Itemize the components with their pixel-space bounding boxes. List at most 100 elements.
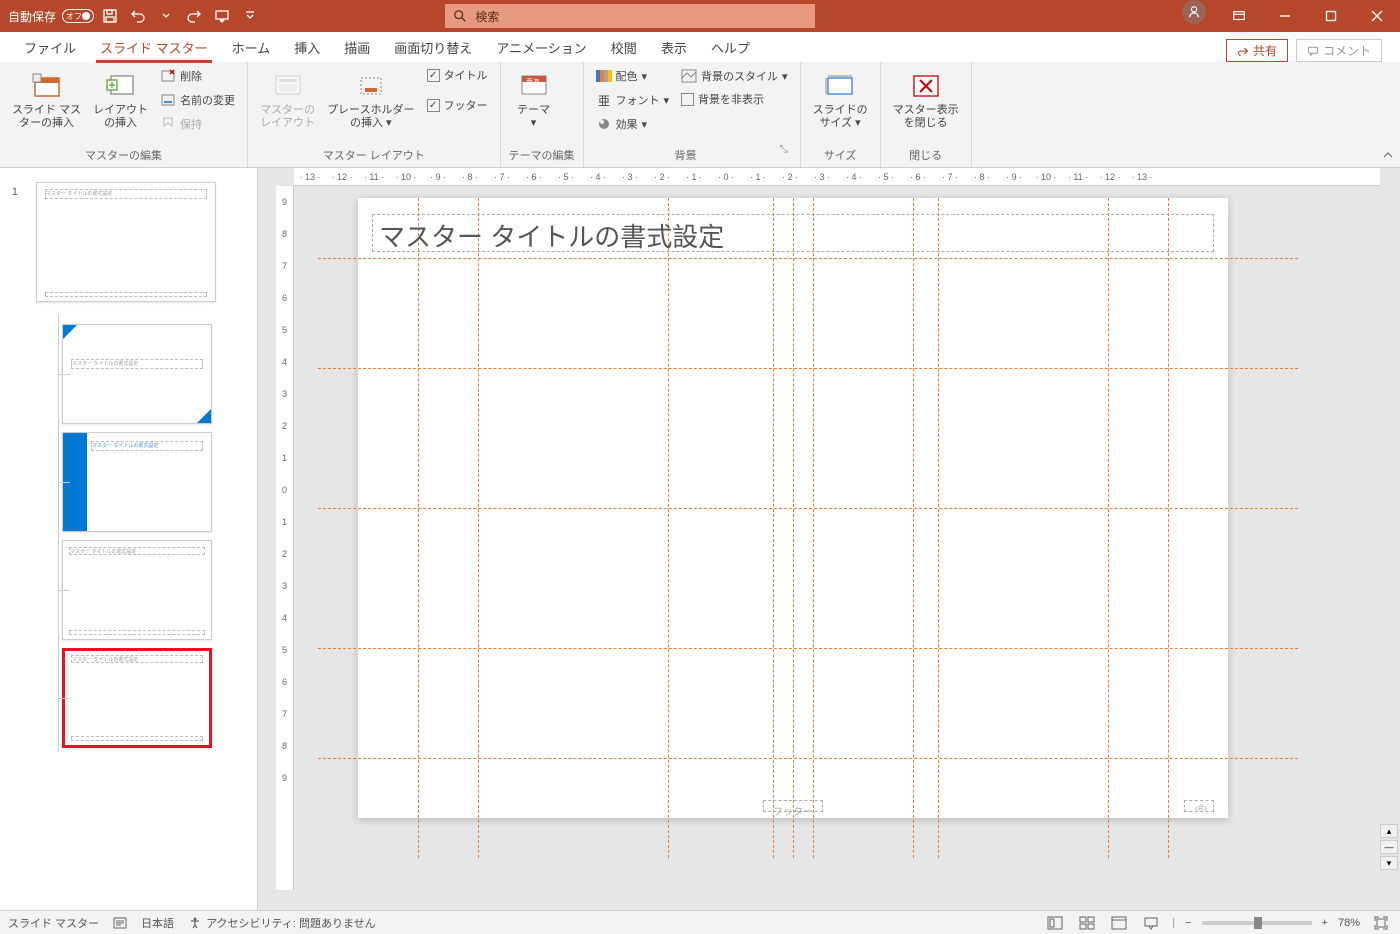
view-sorter-icon[interactable] xyxy=(1076,914,1098,932)
close-master-button[interactable]: マスター表示 を閉じる xyxy=(889,66,963,134)
autosave-toggle[interactable]: 自動保存 オフ xyxy=(8,8,94,25)
layout-row: マスター タイトルの書式設定 xyxy=(0,428,257,536)
rename-button[interactable]: 名前の変更 xyxy=(156,90,239,110)
tab-view[interactable]: 表示 xyxy=(649,33,699,62)
zoom-value[interactable]: 78% xyxy=(1338,917,1360,929)
checkbox-icon xyxy=(427,99,440,112)
zoom-in-button[interactable]: + xyxy=(1322,917,1328,929)
workspace: 1 マスター タイトルの書式設定 マスター タイトルの書式設定 マスター タイト… xyxy=(0,168,1400,910)
fonts-icon: 亜 xyxy=(596,92,612,108)
tab-insert[interactable]: 挿入 xyxy=(282,33,332,62)
close-icon[interactable] xyxy=(1354,0,1400,32)
ribbon: スライド マス ターの挿入 レイアウト の挿入 削除 名前の変更 保持 マスター… xyxy=(0,62,1400,168)
close-master-icon xyxy=(910,70,942,102)
colors-icon xyxy=(596,68,612,84)
themes-button[interactable]: 亜あ テーマ▾ xyxy=(509,66,559,134)
insert-placeholder-button[interactable]: プレースホルダー の挿入 ▾ xyxy=(323,66,418,134)
autosave-label: 自動保存 xyxy=(8,8,56,25)
title-checkbox[interactable]: タイトル xyxy=(423,66,492,84)
layout-thumbnail-4-selected[interactable]: マスター タイトルの書式設定 xyxy=(62,648,212,748)
footer-checkbox[interactable]: フッター xyxy=(423,96,492,114)
group-master-layout: マスターの レイアウト プレースホルダー の挿入 ▾ タイトル フッター マスタ… xyxy=(248,62,500,167)
notes-icon xyxy=(113,917,127,929)
insert-layout-button[interactable]: レイアウト の挿入 xyxy=(89,66,152,134)
zoom-nav: ▴ — ▾ xyxy=(1380,824,1398,870)
minimize-icon[interactable] xyxy=(1262,0,1308,32)
status-notes[interactable] xyxy=(113,917,127,929)
group-edit-theme: 亜あ テーマ▾ テーマの編集 xyxy=(501,62,584,167)
tab-draw[interactable]: 描画 xyxy=(332,33,382,62)
horizontal-ruler[interactable]: · 13 ·· 12 ·· 11 ·· 10 ·· 9 ·· 8 ·· 7 ··… xyxy=(294,168,1380,186)
fit-window-icon[interactable] xyxy=(1370,914,1392,932)
fonts-button[interactable]: 亜フォント ▾ xyxy=(592,90,674,110)
view-normal-icon[interactable] xyxy=(1044,914,1066,932)
slide-number-placeholder[interactable]: ‹#› xyxy=(1184,800,1214,812)
layout-row: マスター タイトルの書式設定 xyxy=(0,536,257,644)
view-slideshow-icon[interactable] xyxy=(1140,914,1162,932)
search-box[interactable]: 検索 xyxy=(445,4,815,28)
colors-button[interactable]: 配色 ▾ xyxy=(592,66,674,86)
ribbon-display-icon[interactable] xyxy=(1216,0,1262,32)
slide-master-thumbnail[interactable]: マスター タイトルの書式設定 xyxy=(36,182,216,302)
zoom-out-button[interactable]: − xyxy=(1185,917,1191,929)
accessibility-icon xyxy=(188,916,202,930)
tab-animations[interactable]: アニメーション xyxy=(484,33,598,62)
layout-thumbnail-3[interactable]: マスター タイトルの書式設定 xyxy=(62,540,212,640)
title-placeholder[interactable]: マスター タイトルの書式設定 xyxy=(372,214,1214,252)
tab-file[interactable]: ファイル xyxy=(12,33,88,62)
svg-text:亜: 亜 xyxy=(598,94,610,107)
tab-transitions[interactable]: 画面切り替え xyxy=(382,33,484,62)
title-bar: 自動保存 オフ 検索 xyxy=(0,0,1400,32)
undo-dropdown-icon[interactable] xyxy=(154,4,178,28)
zoom-slider[interactable] xyxy=(1202,921,1312,925)
tab-review[interactable]: 校閲 xyxy=(599,33,649,62)
insert-slide-master-button[interactable]: スライド マス ターの挿入 xyxy=(8,66,85,134)
layout-thumbnail-1[interactable]: マスター タイトルの書式設定 xyxy=(62,324,212,424)
nav-up-icon[interactable]: ▴ xyxy=(1380,824,1398,838)
nav-line-icon[interactable]: — xyxy=(1380,840,1398,854)
slide-canvas[interactable]: マスター タイトルの書式設定 フッター ‹#› xyxy=(358,198,1228,818)
bg-styles-icon xyxy=(681,68,697,84)
checkbox-icon xyxy=(681,93,694,106)
qat-customize-icon[interactable] xyxy=(238,4,262,28)
hide-bg-checkbox[interactable]: 背景を非表示 xyxy=(677,90,792,108)
svg-text:亜あ: 亜あ xyxy=(526,78,540,86)
group-label: サイズ xyxy=(809,144,872,167)
comments-button[interactable]: コメント xyxy=(1296,39,1382,62)
master-layout-button: マスターの レイアウト xyxy=(256,66,319,134)
nav-down-icon[interactable]: ▾ xyxy=(1380,856,1398,870)
status-accessibility[interactable]: アクセシビリティ: 問題ありません xyxy=(188,915,376,931)
user-avatar[interactable] xyxy=(1182,0,1206,24)
delete-button[interactable]: 削除 xyxy=(156,66,239,86)
redo-icon[interactable] xyxy=(182,4,206,28)
save-icon[interactable] xyxy=(98,4,122,28)
bg-styles-button[interactable]: 背景のスタイル ▾ xyxy=(677,66,792,86)
undo-icon[interactable] xyxy=(126,4,150,28)
effects-button[interactable]: 効果 ▾ xyxy=(592,114,674,134)
slide-canvas-area[interactable]: マスター タイトルの書式設定 フッター ‹#› xyxy=(358,198,1350,880)
view-reading-icon[interactable] xyxy=(1108,914,1130,932)
dialog-launcher-icon[interactable]: ⤡ xyxy=(780,144,792,167)
status-view-label[interactable]: スライド マスター xyxy=(8,915,99,931)
tab-home[interactable]: ホーム xyxy=(220,33,283,62)
search-icon xyxy=(453,9,467,23)
collapse-ribbon-icon[interactable] xyxy=(1376,62,1400,167)
group-label: マスターの編集 xyxy=(8,144,239,167)
status-language[interactable]: 日本語 xyxy=(141,915,174,931)
maximize-icon[interactable] xyxy=(1308,0,1354,32)
footer-placeholder[interactable]: フッター xyxy=(763,800,823,812)
slide-size-button[interactable]: スライドの サイズ ▾ xyxy=(809,66,872,134)
group-background: 配色 ▾ 亜フォント ▾ 効果 ▾ 背景のスタイル ▾ 背景を非表示 背景⤡ xyxy=(584,62,801,167)
start-slideshow-icon[interactable] xyxy=(210,4,234,28)
tab-slide-master[interactable]: スライド マスター xyxy=(88,33,220,62)
vertical-ruler[interactable]: 9876543210123456789 xyxy=(276,186,294,890)
chevron-down-icon: ▾ xyxy=(782,70,788,83)
layout-thumbnail-2[interactable]: マスター タイトルの書式設定 xyxy=(62,432,212,532)
thumbnail-pane[interactable]: 1 マスター タイトルの書式設定 マスター タイトルの書式設定 マスター タイト… xyxy=(0,168,258,910)
toggle-switch[interactable]: オフ xyxy=(62,9,94,23)
preserve-button[interactable]: 保持 xyxy=(156,114,239,134)
tab-help[interactable]: ヘルプ xyxy=(699,33,762,62)
group-label: テーマの編集 xyxy=(509,144,575,167)
checkbox-icon xyxy=(427,69,440,82)
share-button[interactable]: 共有 xyxy=(1226,39,1288,62)
